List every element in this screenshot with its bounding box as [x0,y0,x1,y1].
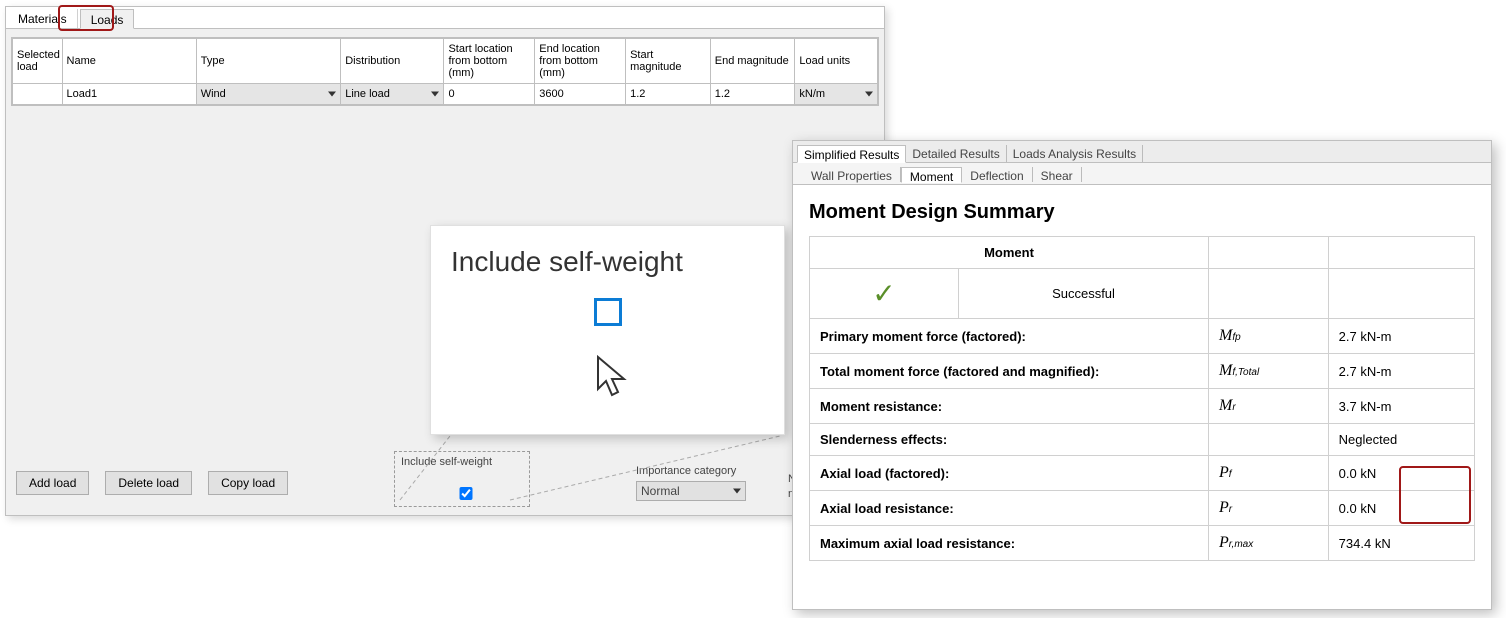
cell-selected[interactable] [13,84,63,105]
callout-checkbox[interactable] [594,298,622,326]
moment-header: Moment [810,237,1209,269]
result-row: Axial load (factored):Pf0.0 kN [810,456,1475,491]
col-units: Load units [795,39,878,84]
col-endmag: End magnitude [710,39,795,84]
result-value: 0.0 kN [1328,491,1474,526]
tab-detailed-results[interactable]: Detailed Results [906,145,1006,162]
col-endloc: End location from bottom (mm) [535,39,626,84]
results-table: Moment ✓ Successful Primary moment force… [809,236,1475,561]
self-weight-checkbox[interactable] [460,487,473,500]
result-row: Slenderness effects: Neglected [810,424,1475,456]
result-value: 2.7 kN-m [1328,354,1474,389]
status-text: Successful [959,269,1209,319]
col-selected: Selected load [13,39,63,84]
result-label: Maximum axial load resistance: [810,526,1209,561]
result-value: 0.0 kN [1328,456,1474,491]
importance-group: Importance category Normal [636,465,756,501]
result-label: Primary moment force (factored): [810,319,1209,354]
result-value: Neglected [1328,424,1474,456]
result-row: Total moment force (factored and magnifi… [810,354,1475,389]
copy-load-button[interactable]: Copy load [208,471,288,495]
self-weight-label: Include self-weight [401,456,492,468]
results-heading: Moment Design Summary [809,201,1475,224]
col-startmag: Start magnitude [626,39,711,84]
tab-wall-properties[interactable]: Wall Properties [803,167,901,182]
col-startloc: Start location from bottom (mm) [444,39,535,84]
result-value: 3.7 kN-m [1328,389,1474,424]
cell-type-combo[interactable]: Wind [196,84,341,105]
cell-dist-combo[interactable]: Line load [341,84,444,105]
success-icon: ✓ [872,278,895,309]
cell-startmag[interactable]: 1.2 [626,84,711,105]
tab-shear[interactable]: Shear [1033,167,1082,182]
cell-endmag[interactable]: 1.2 [710,84,795,105]
results-panel: Simplified Results Detailed Results Load… [792,140,1492,610]
delete-load-button[interactable]: Delete load [105,471,192,495]
result-label: Total moment force (factored and magnifi… [810,354,1209,389]
callout-title: Include self-weight [451,246,764,278]
self-weight-group: Include self-weight [394,451,530,507]
cell-units-combo[interactable]: kN/m [795,84,878,105]
result-label: Moment resistance: [810,389,1209,424]
result-label: Axial load (factored): [810,456,1209,491]
tab-deflection[interactable]: Deflection [962,167,1032,182]
importance-label: Importance category [636,465,756,477]
result-row: Primary moment force (factored):Mfp2.7 k… [810,319,1475,354]
results-body: Moment Design Summary Moment ✓ Successfu… [793,185,1491,571]
self-weight-callout: Include self-weight [430,225,785,435]
col-name: Name [62,39,196,84]
results-tabs-primary: Simplified Results Detailed Results Load… [793,141,1491,163]
col-type: Type [196,39,341,84]
table-header-row: Selected load Name Type Distribution Sta… [13,39,878,84]
tab-moment[interactable]: Moment [901,167,962,183]
loads-table: Selected load Name Type Distribution Sta… [11,37,879,106]
result-symbol [1208,424,1328,456]
result-row: Axial load resistance:Pr0.0 kN [810,491,1475,526]
tab-loads-analysis-results[interactable]: Loads Analysis Results [1007,145,1143,162]
importance-dropdown[interactable]: Normal [636,481,746,501]
col-dist: Distribution [341,39,444,84]
result-row: Maximum axial load resistance:Pr,max734.… [810,526,1475,561]
result-symbol: Pr [1208,491,1328,526]
load-buttons: Add load Delete load Copy load [16,471,288,495]
add-load-button[interactable]: Add load [16,471,89,495]
result-symbol: Mf,Total [1208,354,1328,389]
tab-loads[interactable]: Loads [80,9,135,29]
result-value: 734.4 kN [1328,526,1474,561]
result-row: Moment resistance:Mr3.7 kN-m [810,389,1475,424]
result-value: 2.7 kN-m [1328,319,1474,354]
tab-materials[interactable]: Materials [8,9,78,28]
table-row[interactable]: Load1 Wind Line load 0 3600 1.2 1.2 kN/m [13,84,878,105]
loads-panel-tabs: Materials Loads [6,7,884,29]
cell-endloc[interactable]: 3600 [535,84,626,105]
result-symbol: Pr,max [1208,526,1328,561]
tab-simplified-results[interactable]: Simplified Results [797,145,906,163]
result-label: Slenderness effects: [810,424,1209,456]
result-symbol: Pf [1208,456,1328,491]
result-symbol: Mr [1208,389,1328,424]
result-symbol: Mfp [1208,319,1328,354]
results-tabs-secondary: Wall Properties Moment Deflection Shear [793,163,1491,185]
cell-name[interactable]: Load1 [62,84,196,105]
result-label: Axial load resistance: [810,491,1209,526]
cell-startloc[interactable]: 0 [444,84,535,105]
